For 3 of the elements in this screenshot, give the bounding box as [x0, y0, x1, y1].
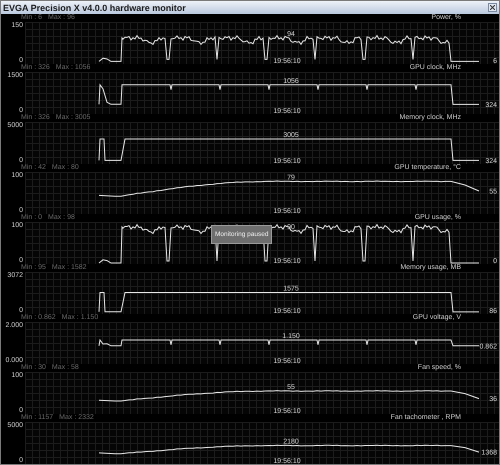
close-button[interactable]: [488, 3, 497, 12]
window-title: EVGA Precision X v4.0.0 hardware monitor: [3, 2, 186, 12]
close-icon: [490, 5, 495, 10]
